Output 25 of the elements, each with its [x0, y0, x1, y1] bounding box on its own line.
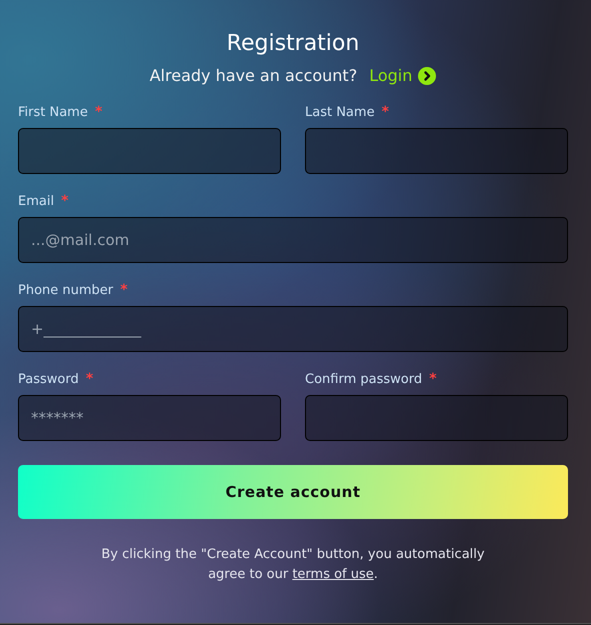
terms-link[interactable]: terms of use: [292, 567, 374, 582]
login-link[interactable]: Login: [369, 66, 412, 85]
form-title: Registration: [226, 30, 360, 58]
input-field[interactable]: [305, 395, 568, 441]
field-label: First Name: [18, 105, 88, 120]
terms-notice: By clicking the "Create Account" button, you automatically agree to our terms of use.: [100, 546, 486, 584]
required-mark: *: [120, 282, 128, 298]
field-label: Last Name: [305, 105, 375, 120]
input-field[interactable]: [305, 128, 568, 174]
input-field[interactable]: ...@mail.com: [18, 217, 568, 263]
field-label: Confirm password: [305, 372, 422, 387]
field-label: Email: [18, 194, 54, 209]
input-field[interactable]: *******: [18, 395, 281, 441]
field-label: Password: [18, 372, 79, 387]
required-mark: *: [86, 371, 94, 387]
input-field[interactable]: [18, 128, 281, 174]
login-prompt: Already have an account?: [150, 66, 358, 85]
required-mark: *: [429, 371, 437, 387]
field-label: Phone number: [18, 283, 114, 298]
chevron-right-icon[interactable]: [418, 66, 436, 84]
required-mark: *: [382, 104, 389, 120]
required-mark: *: [61, 193, 68, 209]
required-mark: *: [94, 104, 102, 120]
create-account-button[interactable]: Create account: [18, 465, 568, 519]
input-field[interactable]: +_____________: [18, 306, 568, 352]
